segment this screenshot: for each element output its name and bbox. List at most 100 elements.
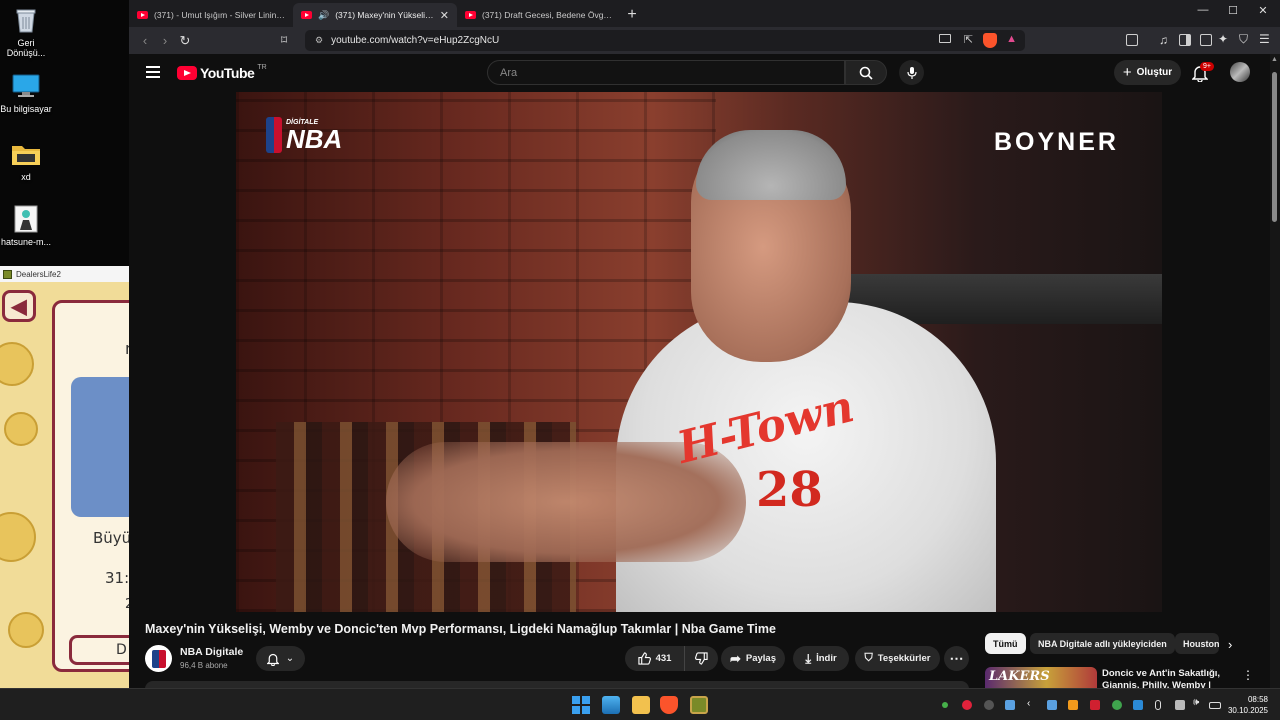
voice-search-button[interactable] [899, 60, 924, 85]
back-arrow-icon: ◀ [11, 295, 27, 318]
tray-app-icon[interactable] [984, 700, 994, 710]
forward-button[interactable]: › [155, 33, 175, 48]
sidebar-icon[interactable] [1126, 34, 1138, 46]
guide-menu-icon[interactable] [146, 66, 160, 78]
video-player[interactable]: H-Town 28 DİGİTALE NBA BOYNER [236, 92, 1162, 612]
desktop-icon-image[interactable]: hatsune-m... [0, 205, 52, 247]
ai-assistant-icon[interactable]: ✦ [1218, 32, 1228, 46]
search-button[interactable] [845, 60, 887, 85]
scroll-up-icon[interactable]: ▲ [1271, 56, 1278, 63]
site-info-icon[interactable]: ⚙ [315, 35, 323, 46]
more-actions-button[interactable]: ⋯ [944, 646, 969, 671]
download-button[interactable]: ⤓ İndir [793, 646, 849, 671]
coin-decoration [4, 412, 38, 446]
bookmark-button[interactable]: ⌑ [281, 33, 287, 47]
create-button[interactable]: + Oluştur [1114, 60, 1181, 85]
widgets-icon[interactable] [602, 696, 620, 714]
network-icon[interactable] [1175, 700, 1185, 710]
tab-title: (371) Maxey'nin Yükselişi, We [335, 10, 434, 20]
thumbs-up-icon [637, 652, 651, 665]
brave-rewards-icon[interactable]: ▲ [1006, 33, 1017, 45]
chip-all[interactable]: Tümü [985, 633, 1026, 654]
user-avatar[interactable] [1230, 62, 1250, 82]
taskbar-clock[interactable]: 08:58 30.10.2025 [1228, 694, 1268, 716]
menu-icon[interactable]: ☰ [1259, 32, 1270, 46]
share-page-icon[interactable]: ⇱ [964, 33, 973, 46]
game-card-button[interactable]: D [69, 635, 130, 665]
desktop-icon-recycle-bin[interactable]: Geri Dönüşü... [0, 6, 52, 58]
scrollbar-thumb[interactable] [1272, 72, 1277, 222]
battery-icon[interactable] [1209, 702, 1221, 709]
desktop-icon-this-pc[interactable]: Bu bilgisayar [0, 72, 52, 114]
new-tab-button[interactable]: + [621, 3, 643, 27]
youtube-play-icon [177, 66, 197, 80]
tray-app-icon[interactable] [962, 700, 972, 710]
computer-icon [11, 72, 41, 100]
reload-button[interactable]: ↻ [175, 33, 195, 49]
share-button[interactable]: ➦ Paylaş [721, 646, 785, 671]
wallet-icon[interactable] [1200, 34, 1212, 46]
brave-shields-icon[interactable] [983, 33, 997, 48]
close-tab-icon[interactable]: ✕ [440, 9, 449, 22]
minimize-button[interactable]: — [1188, 4, 1218, 16]
related-video-title[interactable]: Doncic ve Ant'in Sakatlığı, Giannis, Phi… [1102, 668, 1236, 688]
desktop-icon-label: hatsune-m... [0, 237, 52, 247]
more-vertical-icon[interactable]: ⋮ [1242, 668, 1254, 682]
subscription-notifications-button[interactable]: ⌄ [256, 646, 305, 671]
tray-app-icon[interactable] [942, 702, 948, 708]
maximize-button[interactable]: ☐ [1218, 4, 1248, 17]
nba-logo-icon [266, 117, 282, 153]
screen: Geri Dönüşü... Bu bilgisayar xd hatsune-… [0, 0, 1280, 720]
plus-icon: + [1122, 64, 1132, 81]
dealerslife-taskbar-icon[interactable] [690, 696, 708, 714]
start-button[interactable] [572, 696, 590, 714]
music-icon[interactable]: ♫ [1159, 33, 1168, 47]
related-video-thumbnail[interactable]: LAKERS [985, 667, 1097, 689]
thanks-button[interactable]: ⛉ Teşekkürler [855, 646, 940, 671]
tray-app-icon[interactable] [1047, 700, 1057, 710]
windows-logo-icon [572, 696, 590, 714]
volume-icon[interactable]: 🕪 [1193, 697, 1203, 708]
chip-houston[interactable]: Houston [1175, 633, 1219, 654]
like-button[interactable]: 431 [625, 646, 684, 671]
country-code: TR [257, 63, 267, 71]
back-button[interactable]: ‹ [135, 33, 155, 48]
youtube-favicon-icon [301, 11, 312, 19]
recycle-bin-icon [11, 6, 41, 34]
game-back-button[interactable]: ◀ [2, 290, 36, 322]
search-input[interactable]: Ara [487, 60, 845, 85]
microphone-icon[interactable] [1155, 700, 1161, 710]
browser-tab-active[interactable]: 🔊 (371) Maxey'nin Yükselişi, We ✕ [293, 3, 457, 27]
speaker-icon[interactable]: 🔊 [318, 10, 329, 21]
channel-name[interactable]: NBA Digitale [180, 646, 243, 658]
browser-tab[interactable]: (371) Draft Gecesi, Bedene Övgü, DJ [457, 3, 621, 27]
chip-from-uploader[interactable]: NBA Digitale adlı yükleyiciden [1030, 633, 1175, 654]
page-scrollbar[interactable]: ▲ [1270, 54, 1280, 688]
tray-app-icon[interactable] [1068, 700, 1078, 710]
reading-list-icon[interactable] [1179, 34, 1191, 46]
tray-app-icon[interactable] [1133, 700, 1143, 710]
dealerslife-window[interactable]: DealersLife2 ◀ n Büyü 31: 2 D [0, 266, 130, 688]
address-bar[interactable]: ⚙ youtube.com/watch?v=eHup2ZcgNcU ⇱ ▲ [305, 30, 1025, 51]
channel-avatar[interactable] [145, 645, 172, 672]
desktop-icon-label: Geri Dönüşü... [6, 38, 46, 58]
vpn-shield-icon[interactable]: ⛉ [1239, 32, 1248, 47]
close-window-button[interactable]: ✕ [1248, 4, 1278, 17]
game-titlebar[interactable]: DealersLife2 [0, 266, 130, 282]
share-arrow-icon: ➦ [729, 650, 741, 666]
tray-app-icon[interactable] [1005, 700, 1015, 710]
tray-app-icon[interactable] [1112, 700, 1122, 710]
brave-browser-icon[interactable] [660, 696, 678, 714]
browser-tab[interactable]: (371) - Umut Işığım - Silver Linings Pl [129, 3, 293, 27]
desktop-icon-folder[interactable]: xd [0, 140, 52, 182]
nba-logo-icon [151, 649, 166, 668]
file-explorer-icon[interactable] [632, 696, 650, 714]
chevron-right-icon[interactable]: › [1228, 637, 1232, 652]
youtube-logo[interactable]: YouTube TR [177, 63, 267, 81]
tray-overflow-icon[interactable]: ‹ [1027, 698, 1037, 709]
video-shirt-number: 28 [756, 462, 823, 518]
game-app-icon [3, 269, 12, 279]
dislike-button[interactable] [684, 646, 718, 671]
tray-app-icon[interactable] [1090, 700, 1100, 710]
cast-icon[interactable] [939, 34, 951, 43]
